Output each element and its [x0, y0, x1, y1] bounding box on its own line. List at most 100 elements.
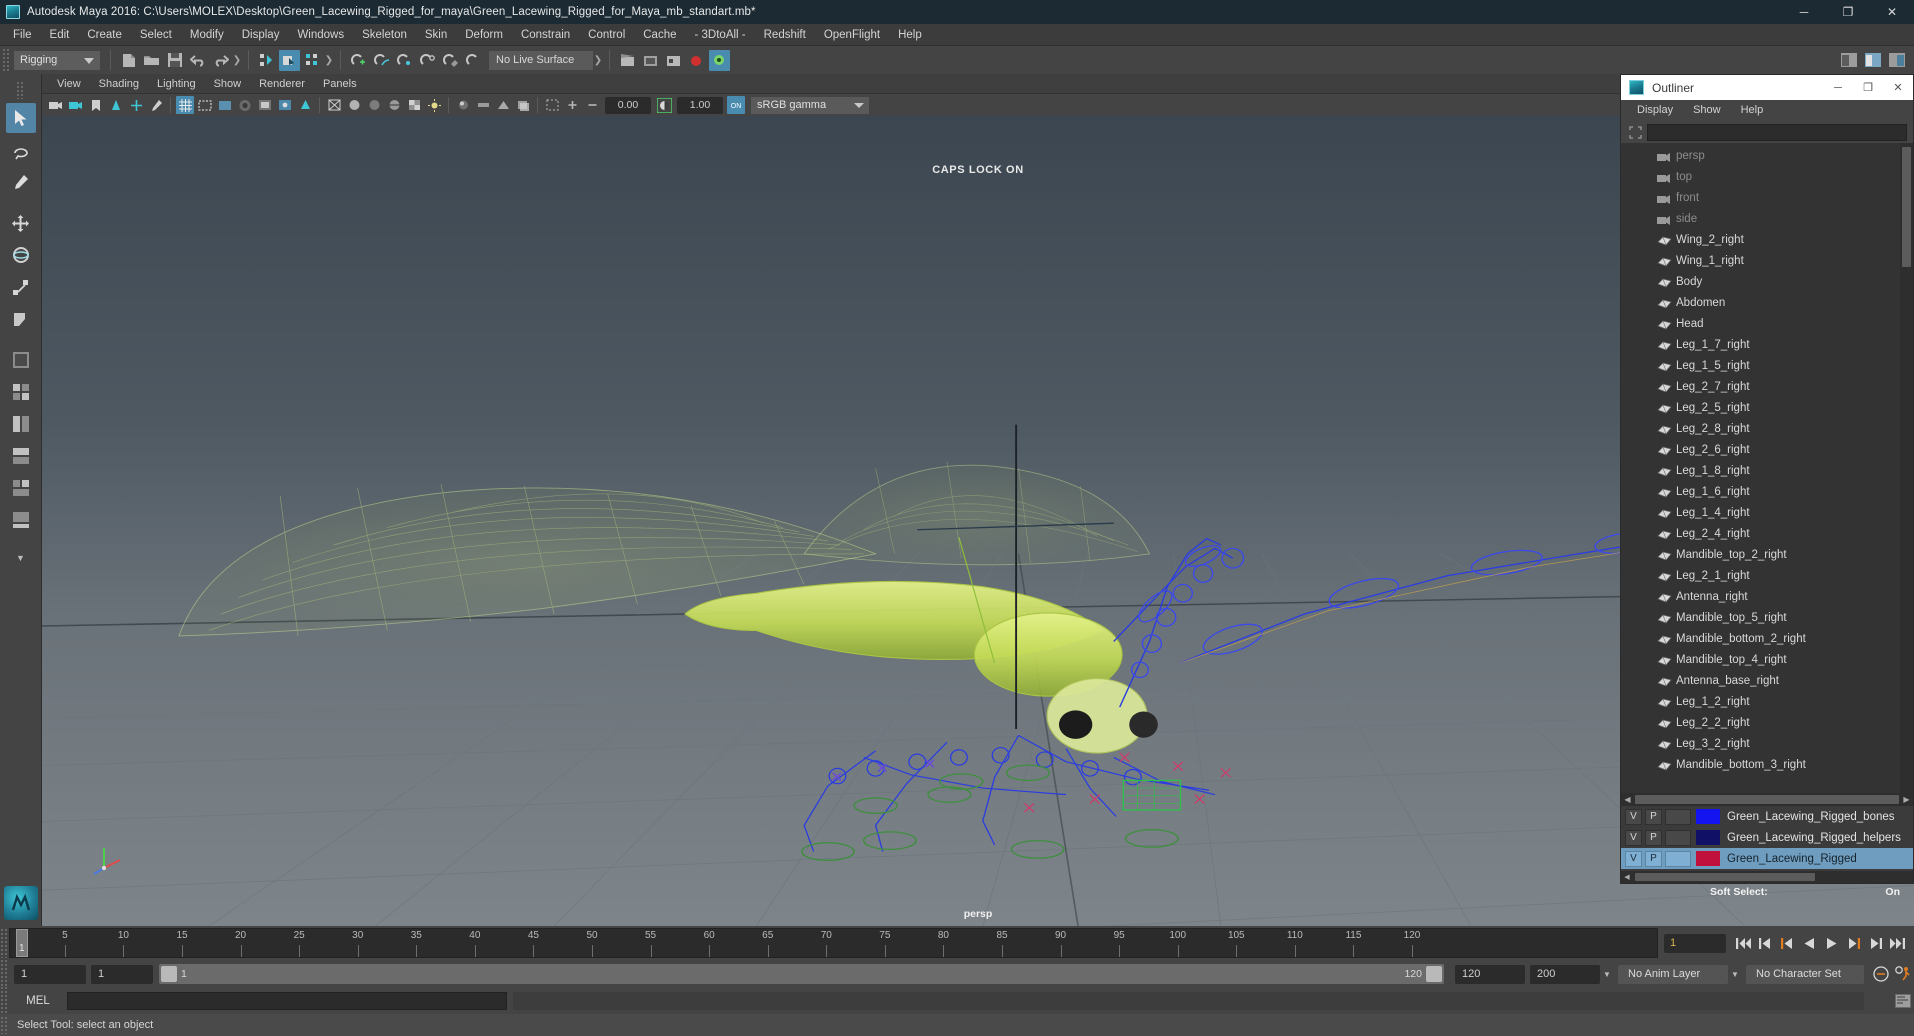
panel-menu-lighting[interactable]: Lighting — [148, 74, 205, 94]
menu-openflight[interactable]: OpenFlight — [815, 24, 889, 46]
screen-space-ao-button[interactable] — [454, 96, 472, 114]
isolate-add-button[interactable] — [563, 96, 581, 114]
single-perspective-view-button[interactable] — [6, 345, 36, 375]
rotate-tool-button[interactable] — [6, 240, 36, 270]
select-by-object-button[interactable] — [279, 49, 300, 71]
outliner-item[interactable]: Leg_1_6_right — [1621, 481, 1900, 502]
film-gate-button[interactable] — [196, 96, 214, 114]
show-attribute-editor-button[interactable] — [1838, 50, 1860, 70]
outliner-item[interactable]: Body — [1621, 271, 1900, 292]
display-layer-row[interactable]: V P Green_Lacewing_Rigged_bones — [1621, 806, 1913, 827]
wireframe-on-shaded-button[interactable] — [385, 96, 403, 114]
scrollbar-thumb[interactable] — [1902, 147, 1911, 267]
animation-start-field[interactable]: 1 — [14, 964, 86, 984]
outliner-item[interactable]: side — [1621, 208, 1900, 229]
layer-shading-toggle[interactable] — [1665, 829, 1691, 846]
panel-menu-panels[interactable]: Panels — [314, 74, 366, 94]
gamma-toggle-button[interactable] — [655, 96, 673, 114]
smooth-shade-button[interactable] — [345, 96, 363, 114]
shadow-button[interactable] — [296, 96, 314, 114]
flat-shade-button[interactable] — [365, 96, 383, 114]
hypershade-persp-layout-button[interactable] — [6, 473, 36, 503]
layer-color-swatch[interactable] — [1696, 809, 1720, 824]
layer-playback-toggle[interactable]: P — [1645, 829, 1662, 846]
menu-skin[interactable]: Skin — [416, 24, 456, 46]
toolbar-grip[interactable] — [2, 48, 11, 72]
scrollbar-thumb[interactable] — [1635, 873, 1815, 881]
outliner-item[interactable]: Leg_2_6_right — [1621, 439, 1900, 460]
scrollbar-thumb[interactable] — [1635, 795, 1899, 804]
step-back-frame-button[interactable] — [1776, 932, 1798, 954]
step-forward-frame-button[interactable] — [1842, 932, 1864, 954]
gamma-field[interactable]: 1.00 — [677, 96, 723, 114]
move-tool-button[interactable] — [6, 208, 36, 238]
scroll-right-arrow-icon[interactable]: ▶ — [1900, 793, 1913, 806]
persp-graph-layout-button[interactable] — [6, 441, 36, 471]
undo-button[interactable] — [187, 50, 208, 71]
outliner-item[interactable]: Abdomen — [1621, 292, 1900, 313]
layer-visibility-toggle[interactable]: V — [1625, 808, 1642, 825]
render-view-button[interactable] — [709, 49, 730, 71]
anim-layer-dropdown[interactable]: No Anim Layer — [1618, 964, 1728, 984]
toolbox-grip[interactable] — [8, 78, 34, 102]
grease-pencil-button[interactable] — [147, 96, 165, 114]
outliner-item[interactable]: Leg_2_1_right — [1621, 565, 1900, 586]
timeline-grip[interactable] — [0, 928, 9, 958]
menu-file[interactable]: File — [4, 24, 41, 46]
menu-constrain[interactable]: Constrain — [512, 24, 579, 46]
playback-end-field[interactable]: 120 — [1455, 964, 1525, 984]
menu-select[interactable]: Select — [131, 24, 181, 46]
outliner-item[interactable]: Leg_1_4_right — [1621, 502, 1900, 523]
range-slider-bar[interactable]: 1 120 — [159, 964, 1444, 984]
resolution-gate-button[interactable] — [216, 96, 234, 114]
anim-layer-dropdown-arrow-icon[interactable]: ▼ — [1600, 970, 1614, 979]
outliner-item[interactable]: persp — [1621, 145, 1900, 166]
command-language-label[interactable]: MEL — [9, 995, 67, 1007]
layer-playback-toggle[interactable]: P — [1645, 850, 1662, 867]
outliner-item[interactable]: Wing_1_right — [1621, 250, 1900, 271]
outliner-item[interactable]: Leg_2_8_right — [1621, 418, 1900, 439]
range-start-handle[interactable] — [161, 966, 177, 982]
view-transform-toggle-button[interactable]: ON — [727, 96, 745, 114]
menu-redshift[interactable]: Redshift — [755, 24, 815, 46]
persp-outliner-layout-button[interactable] — [6, 409, 36, 439]
scroll-left-arrow-icon[interactable]: ◀ — [1621, 871, 1633, 883]
outliner-vertical-scrollbar[interactable] — [1900, 143, 1913, 793]
bookmarks-button[interactable] — [87, 96, 105, 114]
menu-3dtoall[interactable]: - 3DtoAll - — [686, 24, 755, 46]
isolate-remove-button[interactable] — [583, 96, 601, 114]
exposure-field[interactable]: 0.00 — [605, 96, 651, 114]
wireframe-button[interactable] — [325, 96, 343, 114]
render-current-frame-button[interactable] — [617, 50, 638, 71]
outliner-item[interactable]: Head — [1621, 313, 1900, 334]
go-to-end-button[interactable] — [1886, 932, 1908, 954]
textures-button[interactable] — [405, 96, 423, 114]
live-surface-field[interactable]: No Live Surface — [489, 50, 593, 70]
display-layer-row[interactable]: V P Green_Lacewing_Rigged — [1621, 848, 1913, 869]
animation-end-field[interactable]: 200 — [1530, 964, 1600, 984]
xray-button[interactable] — [256, 96, 274, 114]
outliner-item[interactable]: Leg_1_7_right — [1621, 334, 1900, 355]
character-set-dropdown[interactable]: No Character Set — [1746, 964, 1864, 984]
display-layer-row[interactable]: V P Green_Lacewing_Rigged_helpers — [1621, 827, 1913, 848]
range-grip[interactable] — [0, 959, 9, 989]
script-editor-button[interactable] — [1892, 991, 1914, 1011]
step-forward-keyframe-button[interactable] — [1864, 932, 1886, 954]
xray-joints-button[interactable] — [276, 96, 294, 114]
outliner-item[interactable]: Antenna_base_right — [1621, 670, 1900, 691]
play-backwards-button[interactable] — [1798, 932, 1820, 954]
snap-to-curve-button[interactable] — [371, 50, 392, 71]
snap-to-point-button[interactable] — [394, 50, 415, 71]
outliner-window[interactable]: Outliner ─ ❐ ✕ Display Show Help persp t… — [1620, 74, 1914, 884]
gate-mask-button[interactable] — [236, 96, 254, 114]
outliner-list[interactable]: persp top front side Wing_2_right Wing_1_righ… — [1621, 143, 1900, 793]
layer-visibility-toggle[interactable]: V — [1625, 829, 1642, 846]
layer-visibility-toggle[interactable]: V — [1625, 850, 1642, 867]
layer-shading-toggle[interactable] — [1665, 808, 1691, 825]
layer-playback-toggle[interactable]: P — [1645, 808, 1662, 825]
panel-menu-renderer[interactable]: Renderer — [250, 74, 314, 94]
go-to-start-button[interactable] — [1732, 932, 1754, 954]
outliner-item[interactable]: Leg_2_5_right — [1621, 397, 1900, 418]
outliner-item[interactable]: Mandible_top_5_right — [1621, 607, 1900, 628]
menu-set-dropdown[interactable]: Rigging — [14, 50, 100, 70]
